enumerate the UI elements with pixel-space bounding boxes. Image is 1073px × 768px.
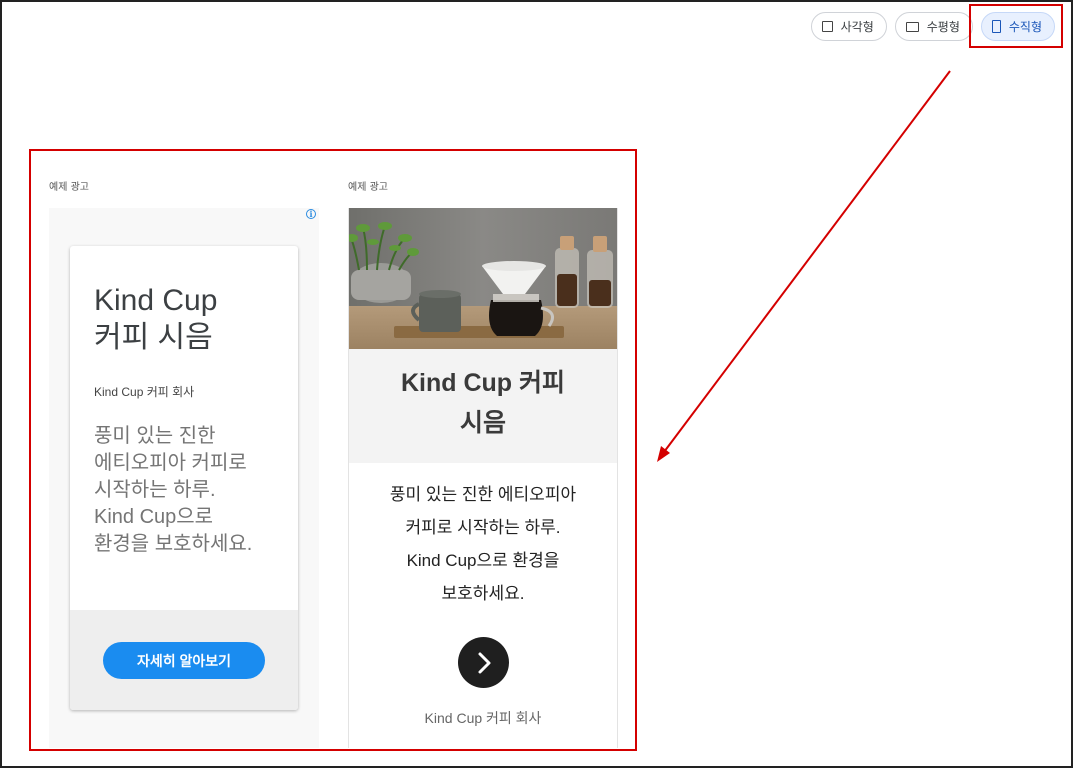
format-vertical-button[interactable]: 수직형 [980, 12, 1055, 41]
ad-description-line: Kind Cup으로 환경을 [406, 551, 560, 570]
vertical-ad-text[interactable]: i Kind Cup 커피 시음 Kind Cup 커피 회사 풍미 있는 진한… [49, 208, 319, 748]
ad-title-line-1: Kind Cup 커피 [400, 369, 566, 397]
ad-description-line: 에티오피아 커피로 [94, 452, 247, 474]
format-horizontal-label: 수평형 [926, 20, 960, 34]
horizontal-rect-icon [905, 21, 919, 32]
ad-description-line: 환경을 보호하세요. [94, 533, 253, 555]
next-button[interactable] [458, 637, 509, 688]
ad-format-toggle: 사각형 수평형 수직형 [810, 12, 1055, 41]
format-horizontal-button[interactable]: 수평형 [894, 12, 973, 41]
vertical-ad-image[interactable]: Kind Cup 커피 시음 풍미 있는 진한 에티오피아 커피로 시작하는 하… [348, 208, 618, 748]
ad-description: 풍미 있는 진한 에티오피아 커피로 시작하는 하루. Kind Cup으로 환… [367, 478, 599, 610]
ad-description: 풍미 있는 진한 에티오피아 커피로 시작하는 하루. Kind Cup으로 환… [94, 423, 284, 558]
format-square-label: 사각형 [840, 20, 874, 34]
ad-caption: 예제 광고 [348, 182, 388, 193]
ad-title: Kind Cup 커피 시음 [349, 363, 617, 443]
square-icon [821, 21, 833, 32]
coffee-photo[interactable] [349, 208, 617, 349]
ad-title-line-2: 시음 [459, 409, 506, 437]
ad-caption: 예제 광고 [49, 182, 89, 193]
ad-company: Kind Cup 커피 회사 [424, 710, 542, 726]
ad-title-line-1: Kind Cup [94, 284, 218, 317]
vertical-rect-icon [991, 20, 1001, 33]
chevron-right-icon [478, 652, 490, 673]
ad-description-line: 보호하세요. [441, 584, 525, 603]
ad-description-line: 풍미 있는 진한 [94, 425, 216, 447]
ad-title: Kind Cup 커피 시음 [94, 282, 217, 356]
format-square-button[interactable]: 사각형 [810, 12, 887, 41]
info-icon[interactable]: i [306, 209, 316, 219]
format-vertical-label: 수직형 [1008, 20, 1042, 34]
ad-title-line-2: 커피 시음 [94, 321, 213, 354]
ad-company: Kind Cup 커피 회사 [94, 385, 195, 399]
ad-card[interactable]: Kind Cup 커피 시음 Kind Cup 커피 회사 풍미 있는 진한 에… [70, 246, 298, 710]
ad-footer: 자세히 알아보기 [70, 610, 298, 710]
ad-description-line: 커피로 시작하는 하루. [405, 518, 561, 537]
learn-more-button[interactable]: 자세히 알아보기 [103, 642, 265, 679]
ad-description-line: 풍미 있는 진한 에티오피아 [389, 485, 577, 504]
ad-description-line: 시작하는 하루. [94, 479, 216, 501]
ad-description-line: Kind Cup으로 [94, 506, 214, 528]
